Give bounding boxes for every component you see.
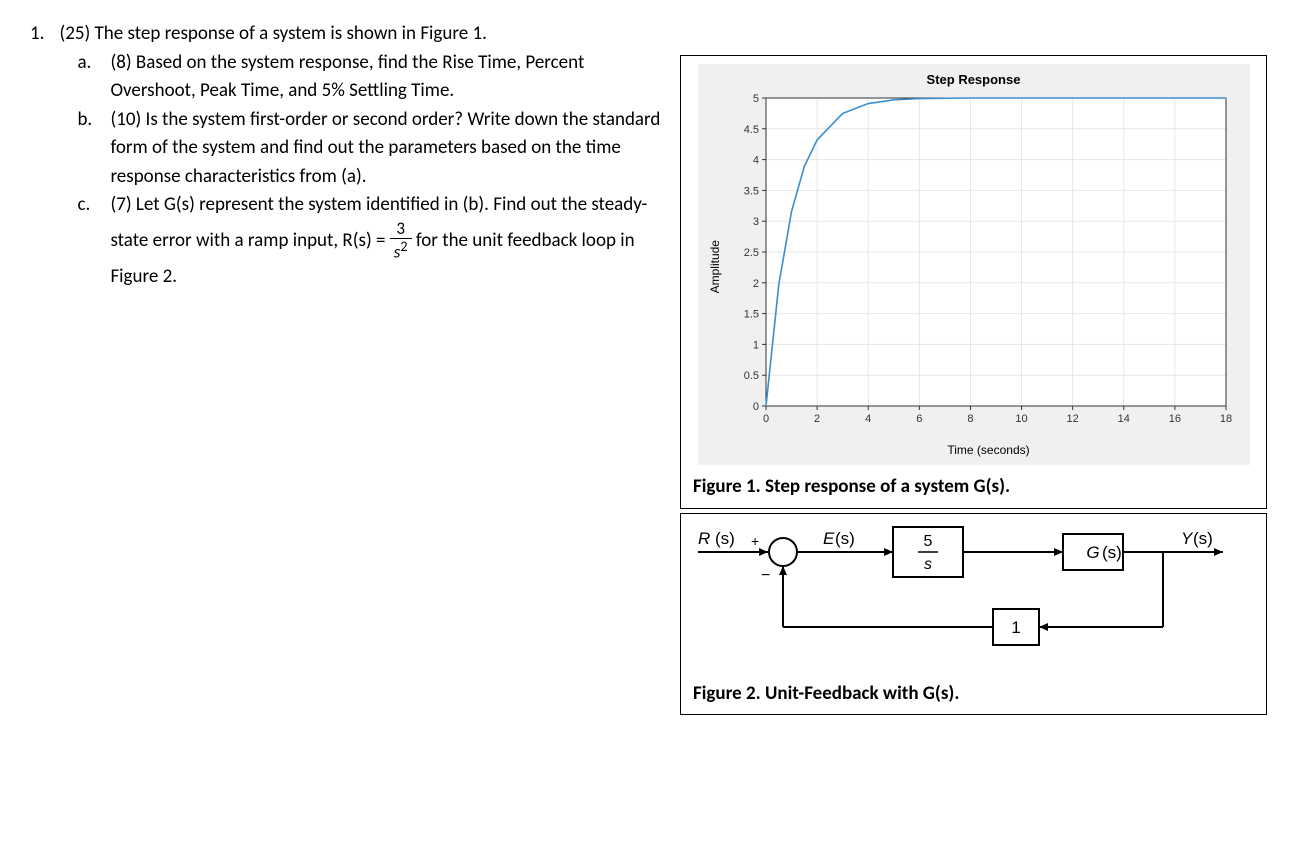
svg-text:5: 5 bbox=[924, 533, 933, 550]
block-diagram: R(s)+−E(s)5sG(s)Y(s)1 bbox=[693, 522, 1254, 672]
svg-text:5: 5 bbox=[752, 93, 758, 105]
question-text: 1. (25) The step response of a system is… bbox=[30, 20, 670, 719]
figure-2-caption: Figure 2. Unit-Feedback with G(s). bbox=[693, 680, 1254, 709]
figure-1: Step Response Amplitude 0246810121416180… bbox=[680, 55, 1267, 509]
svg-text:8: 8 bbox=[967, 413, 973, 425]
svg-text:6: 6 bbox=[916, 413, 922, 425]
svg-text:0: 0 bbox=[762, 413, 768, 425]
svg-text:+: + bbox=[751, 533, 759, 549]
chart-ylabel: Amplitude bbox=[704, 240, 726, 293]
svg-text:0: 0 bbox=[752, 401, 758, 413]
svg-text:1: 1 bbox=[752, 339, 758, 351]
svg-text:R: R bbox=[698, 529, 710, 548]
svg-text:4.5: 4.5 bbox=[743, 123, 758, 135]
figure-1-caption: Figure 1. Step response of a system G(s)… bbox=[693, 473, 1254, 502]
part-b-label: b. bbox=[77, 106, 95, 192]
svg-text:3.5: 3.5 bbox=[743, 185, 758, 197]
step-response-chart: Step Response Amplitude 0246810121416180… bbox=[698, 64, 1250, 465]
svg-text:12: 12 bbox=[1066, 413, 1078, 425]
svg-text:(s): (s) bbox=[835, 529, 855, 548]
svg-text:2: 2 bbox=[814, 413, 820, 425]
figure-2: R(s)+−E(s)5sG(s)Y(s)1 Figure 2. Unit-Fee… bbox=[680, 513, 1267, 716]
part-b-points: (10) bbox=[110, 108, 141, 131]
svg-text:E: E bbox=[823, 529, 835, 548]
svg-text:4: 4 bbox=[752, 154, 758, 166]
svg-text:10: 10 bbox=[1015, 413, 1027, 425]
svg-text:0.5: 0.5 bbox=[743, 370, 758, 382]
svg-text:16: 16 bbox=[1168, 413, 1180, 425]
chart-svg: 0 2 4 6 8 10 12 14 16 18 0 0.5 1 1.5 2 2.5 3 3.5 4 4.5 5 bbox=[726, 92, 1236, 432]
svg-text:G: G bbox=[1086, 543, 1099, 562]
question-stem: The step response of a system is shown i… bbox=[95, 22, 487, 45]
svg-text:18: 18 bbox=[1219, 413, 1231, 425]
svg-text:1.5: 1.5 bbox=[743, 308, 758, 320]
svg-text:s: s bbox=[924, 556, 932, 573]
svg-text:3: 3 bbox=[752, 216, 758, 228]
part-c-fraction: 3s2 bbox=[390, 220, 412, 263]
svg-text:2: 2 bbox=[752, 277, 758, 289]
part-a-text: Based on the system response, find the R… bbox=[110, 51, 584, 103]
question-points: (25) bbox=[59, 22, 90, 45]
part-a-points: (8) bbox=[110, 51, 131, 74]
part-b-text: Is the system first-order or second orde… bbox=[110, 108, 660, 188]
svg-text:(s): (s) bbox=[1102, 543, 1122, 562]
question-number: 1. bbox=[30, 20, 44, 291]
part-c-points: (7) bbox=[110, 193, 131, 216]
svg-text:2.5: 2.5 bbox=[743, 247, 758, 259]
block-diagram-svg: R(s)+−E(s)5sG(s)Y(s)1 bbox=[693, 522, 1233, 672]
svg-text:(s): (s) bbox=[1193, 529, 1213, 548]
chart-title: Step Response bbox=[704, 68, 1244, 92]
svg-text:(s): (s) bbox=[715, 529, 735, 548]
svg-text:4: 4 bbox=[865, 413, 871, 425]
svg-text:14: 14 bbox=[1117, 413, 1129, 425]
chart-xlabel: Time (seconds) bbox=[734, 441, 1244, 459]
svg-text:1: 1 bbox=[1011, 618, 1020, 637]
svg-text:−: − bbox=[761, 567, 770, 584]
part-a-label: a. bbox=[77, 49, 95, 106]
part-c-label: c. bbox=[77, 191, 95, 291]
